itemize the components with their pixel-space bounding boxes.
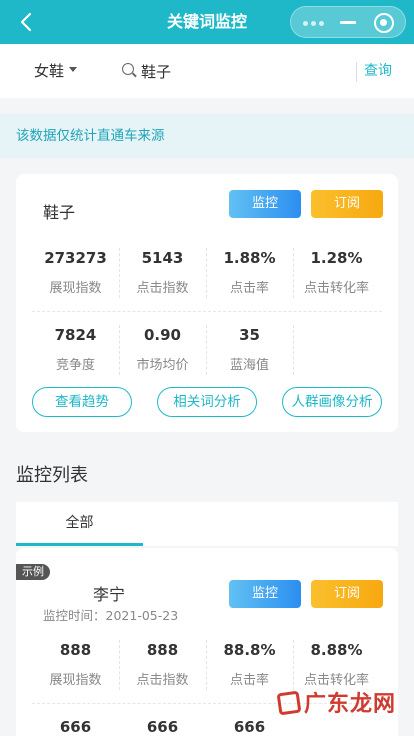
subscribe-button[interactable]: 订阅 — [311, 580, 383, 608]
monitor-button[interactable]: 监控 — [229, 580, 301, 608]
divider — [119, 640, 120, 690]
stat-value: 35 — [239, 326, 260, 344]
stat-label: 点击转化率 — [303, 281, 369, 296]
watermark-logo-icon — [276, 690, 302, 716]
divider — [32, 311, 382, 312]
audience-profile-button[interactable]: 人群画像分析 — [282, 387, 382, 417]
divider — [356, 62, 357, 82]
stat-value: 0.90 — [143, 326, 181, 344]
stat-label: 竞争度 — [55, 358, 95, 373]
miniprogram-capsule — [290, 6, 406, 38]
stat-click: 5143 点击指数 — [119, 248, 206, 298]
minimize-icon[interactable] — [338, 13, 358, 33]
divider — [119, 325, 120, 375]
stat-blue-ocean: 35 蓝海值 — [206, 325, 293, 375]
stat-cvr: 1.28% 点击转化率 — [293, 248, 380, 298]
stat-value: 5143 — [141, 249, 184, 267]
stat-label: 展现指数 — [49, 281, 102, 296]
stat-label: 展现指数 — [49, 673, 102, 688]
divider — [206, 248, 207, 298]
stat-ctr: 88.8% 点击率 — [206, 640, 293, 690]
search-bar: 女鞋 查询 — [0, 44, 414, 98]
monitor-time: 监控时间：2021-05-23 — [43, 605, 178, 624]
keyword-card: 鞋子 监控 订阅 273273 展现指数 5143 点击指数 1.88% 点击率… — [16, 174, 398, 432]
stat-value: 1.88% — [223, 249, 276, 267]
stat-competition: 7824 竞争度 — [32, 325, 119, 375]
stat-value: 666 — [59, 718, 92, 736]
more-dots-icon[interactable] — [303, 16, 325, 30]
stat-label: 点击率 — [229, 281, 269, 296]
stat-label: 点击指数 — [136, 673, 189, 688]
query-button[interactable]: 查询 — [364, 44, 392, 98]
divider — [293, 325, 294, 375]
stat-competition: 666 — [32, 717, 119, 736]
search-icon — [122, 63, 134, 75]
stat-impression: 888 展现指数 — [32, 640, 119, 690]
search-input[interactable] — [141, 58, 341, 84]
divider — [206, 640, 207, 690]
stat-label: 蓝海值 — [229, 358, 269, 373]
example-badge: 示例 — [16, 564, 50, 580]
active-tab-indicator — [16, 543, 143, 546]
stat-value: 273273 — [44, 249, 107, 267]
stat-value: 888 — [59, 641, 92, 659]
close-target-icon[interactable] — [374, 13, 394, 33]
stat-impression: 273273 展现指数 — [32, 248, 119, 298]
tab-all[interactable]: 全部 — [16, 502, 143, 546]
view-trend-button[interactable]: 查看趋势 — [32, 387, 132, 417]
stat-value: 1.28% — [310, 249, 363, 267]
site-watermark: 广东龙网 — [276, 686, 404, 726]
subscribe-button[interactable]: 订阅 — [311, 190, 383, 218]
stat-label: 点击指数 — [136, 281, 189, 296]
stat-value: 666 — [146, 718, 179, 736]
divider — [293, 248, 294, 298]
watermark-text: 广东龙网 — [304, 691, 397, 717]
category-label: 女鞋 — [34, 62, 65, 80]
stat-click: 888 点击指数 — [119, 640, 206, 690]
monitor-time-label: 监控时间： — [43, 608, 106, 623]
stat-value: 8.88% — [310, 641, 363, 659]
related-words-button[interactable]: 相关词分析 — [157, 387, 257, 417]
monitor-time-value: 2021-05-23 — [105, 608, 179, 623]
stat-value: 888 — [146, 641, 179, 659]
stat-label: 市场均价 — [136, 358, 189, 373]
stat-cvr: 8.88% 点击转化率 — [293, 640, 380, 690]
monitor-list-title: 监控列表 — [16, 465, 88, 486]
stat-ctr: 1.88% 点击率 — [206, 248, 293, 298]
monitor-button[interactable]: 监控 — [229, 190, 301, 218]
navigation-bar: 关键词监控 — [0, 0, 414, 44]
keyword-title: 李宁 — [93, 585, 126, 604]
stat-value: 88.8% — [223, 641, 276, 659]
divider — [206, 325, 207, 375]
divider — [119, 248, 120, 298]
caret-down-icon — [69, 67, 78, 72]
stat-avg-price: 666 — [119, 717, 206, 736]
monitor-tabs: 全部 — [16, 502, 398, 546]
stat-value: 7824 — [54, 326, 97, 344]
keyword-title: 鞋子 — [43, 203, 76, 222]
stat-avg-price: 0.90 市场均价 — [119, 325, 206, 375]
category-select[interactable]: 女鞋 — [34, 44, 78, 98]
divider — [293, 640, 294, 690]
source-notice: 该数据仅统计直通车来源 — [0, 114, 414, 158]
